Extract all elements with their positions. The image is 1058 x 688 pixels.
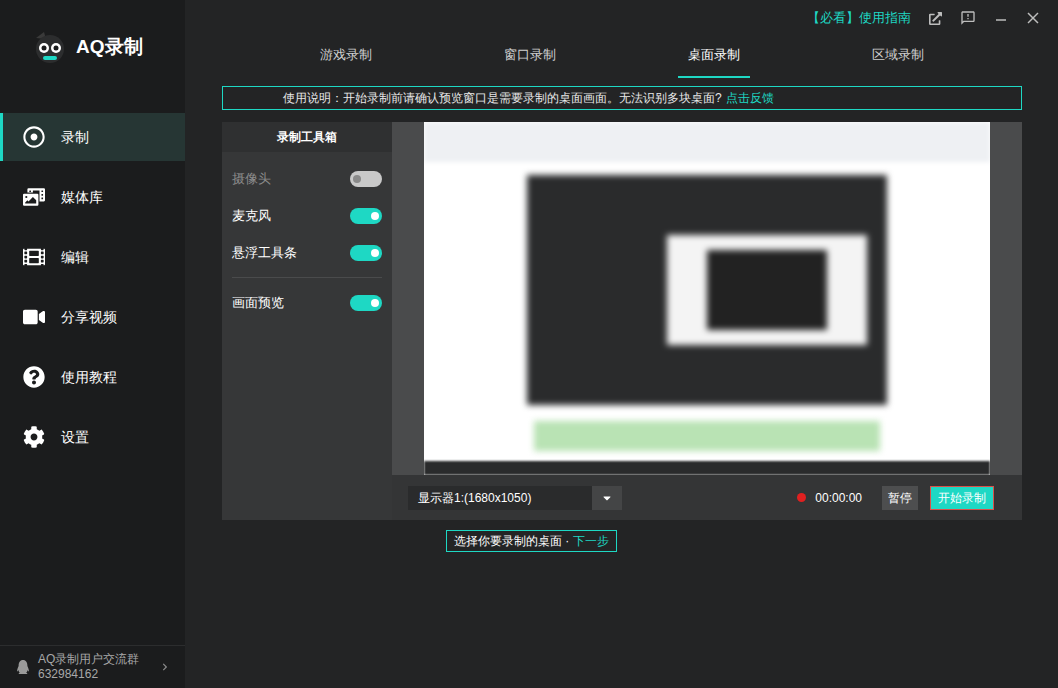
sidebar-item[interactable]: 编辑: [0, 233, 185, 281]
toolbox-group: 摄像头麦克风悬浮工具条: [232, 152, 382, 277]
tab[interactable]: 区域录制: [806, 36, 990, 78]
pause-button[interactable]: 暂停: [882, 486, 918, 510]
toggle-switch: [350, 171, 382, 187]
toolbox-row: 摄像头: [232, 160, 382, 197]
toggle-switch[interactable]: [350, 208, 382, 224]
feedback-icon[interactable]: [960, 10, 976, 26]
preview-pane: 显示器1:(1680x1050) 00:00:00 暂停开始录制: [392, 122, 1022, 520]
media-library-icon: [23, 186, 45, 208]
close-icon[interactable]: [1026, 11, 1040, 25]
sidebar-item[interactable]: 录制: [0, 113, 185, 161]
display-select[interactable]: 显示器1:(1680x1050): [408, 486, 622, 510]
toolbox-group: 画面预览: [232, 277, 382, 327]
feedback-link[interactable]: 点击反馈: [726, 89, 774, 107]
record-panel: 录制工具箱摄像头麦克风悬浮工具条画面预览显示器1:(1680x1050)00:0…: [222, 122, 1022, 520]
gear-icon: [23, 426, 45, 448]
sidebar-menu: 录制媒体库编辑分享视频使用教程设置: [0, 113, 185, 461]
record-dot: [797, 493, 806, 502]
app-window: AQ录制录制媒体库编辑分享视频使用教程设置AQ录制用户交流群632984162【…: [0, 0, 1058, 688]
toggle-switch[interactable]: [350, 245, 382, 261]
control-bar: 显示器1:(1680x1050) 00:00:00 暂停开始录制: [392, 475, 1022, 520]
toolbox-header: 录制工具箱: [222, 122, 392, 152]
app-name: AQ录制: [76, 30, 143, 64]
question-icon: [23, 366, 45, 388]
chevron-right-icon: [161, 663, 169, 671]
qq-group[interactable]: AQ录制用户交流群632984162: [0, 645, 185, 688]
sidebar-item[interactable]: 分享视频: [0, 293, 185, 341]
tab[interactable]: 游戏录制: [254, 36, 438, 78]
title-bar: 【必看】使用指南: [185, 0, 1058, 36]
logo-icon: [32, 30, 68, 64]
toggle-switch[interactable]: [350, 295, 382, 311]
sidebar-item[interactable]: 设置: [0, 413, 185, 461]
toolbox: 录制工具箱摄像头麦克风悬浮工具条画面预览: [222, 122, 392, 520]
toolbox-row: 画面预览: [232, 284, 382, 321]
sidebar-item[interactable]: 使用教程: [0, 353, 185, 401]
record-icon: [23, 126, 45, 148]
logo: AQ录制: [0, 0, 185, 113]
hint-box: 选择你要录制的桌面 · 下一步: [446, 530, 617, 552]
main-area: 【必看】使用指南游戏录制窗口录制桌面录制区域录制使用说明：开始录制前请确认预览窗…: [185, 0, 1058, 688]
tab[interactable]: 窗口录制: [438, 36, 622, 78]
minimize-icon[interactable]: [994, 11, 1008, 25]
start-button[interactable]: 开始录制: [930, 486, 994, 510]
notice-bar: 使用说明：开始录制前请确认预览窗口是需要录制的桌面画面。无法识别多块桌面?点击反…: [222, 86, 1022, 110]
toolbox-row: 麦克风: [232, 197, 382, 234]
film-icon: [23, 246, 45, 268]
toolbox-row: 悬浮工具条: [232, 234, 382, 271]
tab-bar: 游戏录制窗口录制桌面录制区域录制: [254, 36, 990, 78]
guide-link[interactable]: 【必看】使用指南: [807, 8, 911, 28]
preview-image: [424, 122, 990, 475]
sidebar: AQ录制录制媒体库编辑分享视频使用教程设置 AQ录制用户交流群632984162: [0, 0, 185, 688]
sidebar-item[interactable]: 媒体库: [0, 173, 185, 221]
tab[interactable]: 桌面录制: [622, 36, 806, 78]
video-camera-icon: [23, 306, 45, 328]
next-step-link[interactable]: 下一步: [573, 532, 609, 550]
qq-icon: [16, 660, 30, 674]
external-link-icon[interactable]: [929, 12, 942, 25]
caret-down-icon: [601, 492, 613, 504]
record-time: 00:00:00: [815, 489, 862, 507]
